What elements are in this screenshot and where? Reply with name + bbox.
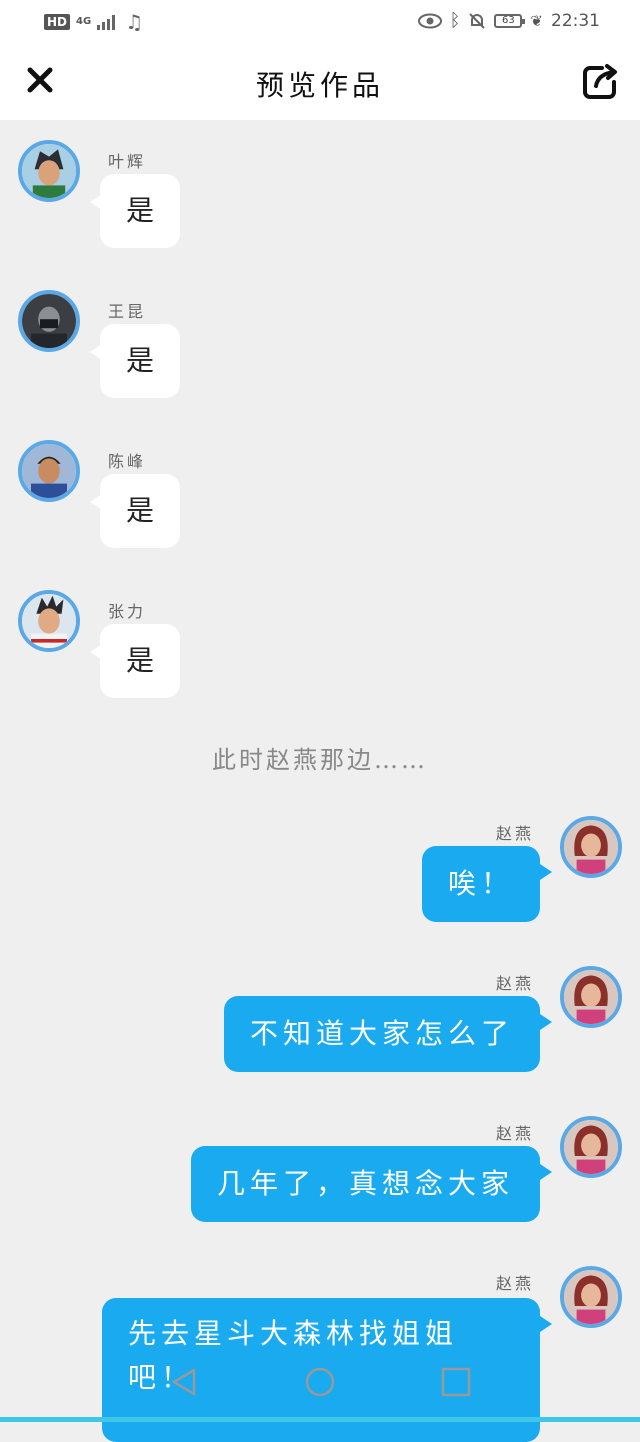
message-bubble[interactable]: 几年了，真想念大家 — [190, 1146, 553, 1222]
sender-name: 赵燕 — [495, 824, 534, 843]
message-bubble[interactable]: 是 — [89, 624, 181, 698]
avatar-yehui[interactable] — [18, 140, 80, 202]
clock: 22:31 — [551, 10, 600, 31]
nav-recents-button[interactable] — [438, 1364, 474, 1400]
back-icon — [172, 1368, 196, 1396]
avatar-image — [22, 594, 76, 648]
sender-name: 陈峰 — [108, 452, 147, 471]
network-indicator: 4G — [76, 16, 92, 27]
sender-name: 王昆 — [108, 302, 147, 321]
share-button[interactable] — [580, 62, 620, 102]
title-bar: 预览作品 — [0, 44, 640, 120]
message-bubble[interactable]: 是 — [89, 174, 181, 248]
hd-indicator: HD — [44, 14, 71, 30]
avatar-wangkun[interactable] — [18, 290, 80, 352]
avatar-zhaoyan[interactable] — [560, 1116, 622, 1178]
sender-name: 赵燕 — [495, 974, 534, 993]
chat-area[interactable]: 叶辉 是 王昆 是 陈峰 是 张力 是 此时赵燕那边…… 赵燕 唉！ 赵燕 不知… — [0, 120, 640, 1442]
home-icon — [305, 1367, 335, 1397]
avatar-image — [564, 820, 618, 874]
status-bar: HD 4G ♫ ᛒ 63 ❦ 22:31 — [0, 0, 640, 44]
eye-icon — [417, 13, 442, 28]
sender-name: 张力 — [108, 602, 147, 621]
avatar-chenfeng[interactable] — [18, 440, 80, 502]
avatar-zhaoyan[interactable] — [560, 1266, 622, 1328]
bottom-accent-line — [0, 1417, 640, 1422]
recents-icon — [441, 1367, 471, 1397]
message-bubble[interactable]: 是 — [89, 324, 181, 398]
system-nav-bar — [0, 1352, 640, 1422]
share-icon — [583, 64, 617, 99]
message-bubble[interactable]: 是 — [89, 474, 181, 548]
avatar-zhaoyan[interactable] — [560, 816, 622, 878]
message-line: 先去星斗大森林找姐姐 — [128, 1317, 459, 1350]
mute-bell-icon — [469, 12, 486, 29]
avatar-image — [22, 294, 76, 348]
avatar-image — [564, 1120, 618, 1174]
avatar-image — [564, 970, 618, 1024]
status-left: HD 4G ♫ — [44, 10, 143, 34]
page-title: 预览作品 — [255, 69, 384, 102]
avatar-image — [564, 1270, 618, 1324]
sender-name: 赵燕 — [495, 1124, 534, 1143]
avatar-image — [22, 444, 76, 498]
battery-icon: 63 — [494, 13, 526, 28]
nav-back-button[interactable] — [166, 1364, 202, 1400]
music-note-icon: ♫ — [125, 10, 144, 34]
message-bubble[interactable]: 唉！ — [421, 846, 553, 922]
sender-name: 叶辉 — [108, 152, 147, 171]
sender-name: 赵燕 — [495, 1274, 534, 1293]
battery-level: 63 — [502, 15, 515, 26]
leaf-icon: ❦ — [530, 11, 543, 30]
signal-icon — [97, 15, 116, 30]
status-right: ᛒ 63 ❦ 22:31 — [417, 10, 600, 31]
avatar-zhaoyan[interactable] — [560, 966, 622, 1028]
bluetooth-icon: ᛒ — [449, 10, 461, 31]
avatar-image — [22, 144, 76, 198]
narration-text: 此时赵燕那边…… — [212, 746, 428, 774]
nav-home-button[interactable] — [302, 1364, 338, 1400]
avatar-zhangli[interactable] — [18, 590, 80, 652]
message-bubble[interactable]: 不知道大家怎么了 — [223, 996, 553, 1072]
